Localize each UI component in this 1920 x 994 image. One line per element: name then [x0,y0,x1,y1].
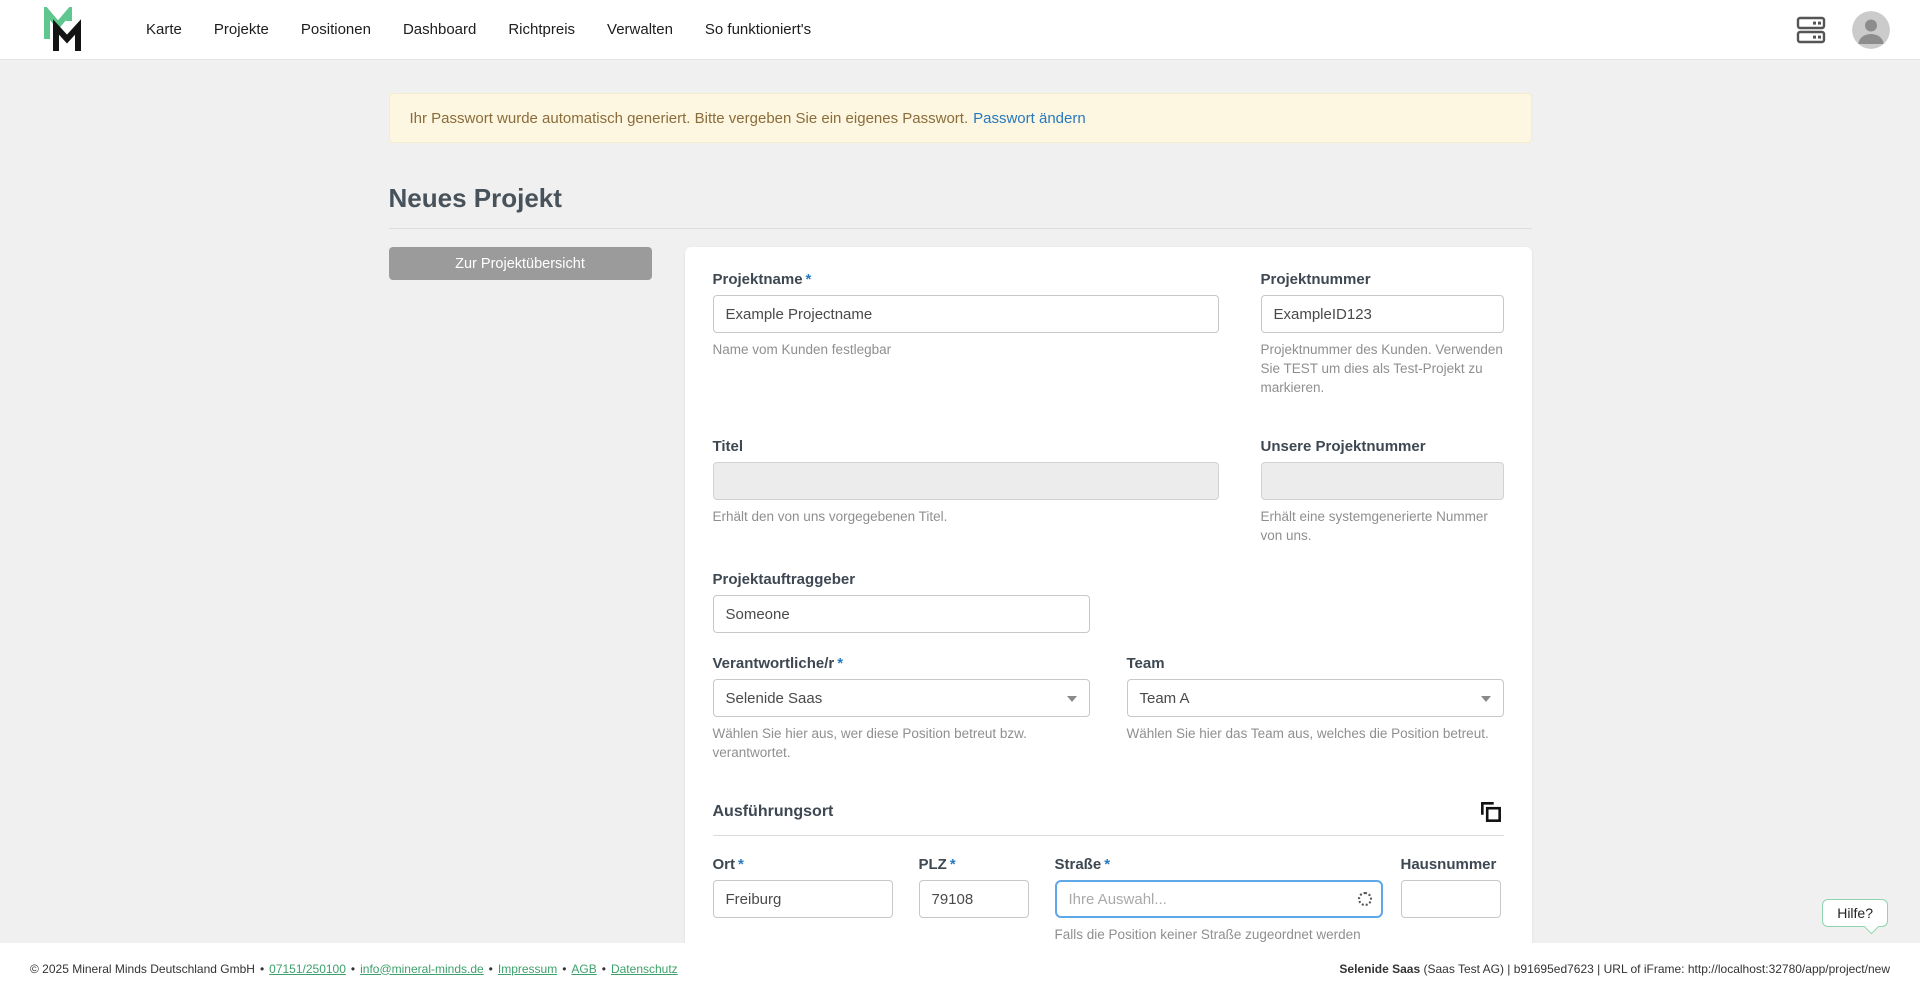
chevron-down-icon [1481,696,1491,702]
strasse-input[interactable] [1055,880,1383,918]
hausnummer-label: Hausnummer [1401,856,1501,873]
footer-impressum-link[interactable]: Impressum [498,962,557,976]
footer-separator: • [602,962,606,976]
titel-helper: Erhält den von uns vorgegebenen Titel. [713,508,1219,527]
footer-session-details: (Saas Test AG) | b91695ed7623 | URL of i… [1420,962,1890,976]
footer-separator: • [351,962,355,976]
page-body: Ihr Passwort wurde automatisch generiert… [0,60,1920,943]
projektname-input[interactable] [713,295,1219,333]
banner-text: Ihr Passwort wurde automatisch generiert… [410,110,969,127]
help-button[interactable]: Hilfe? [1822,899,1888,927]
server-stack-icon[interactable] [1794,13,1828,47]
section-ausfuehrungsort: Ausführungsort [713,799,1504,836]
chevron-down-icon [1067,696,1077,702]
footer: © 2025 Mineral Minds Deutschland GmbH • 07… [0,943,1920,994]
footer-user-name: Selenide Saas [1339,962,1420,976]
footer-separator: • [260,962,264,976]
footer-left: © 2025 Mineral Minds Deutschland GmbH • 07… [30,962,678,976]
team-selected-value: Team A [1140,690,1190,707]
mineral-minds-logo-icon[interactable] [42,7,86,53]
page-title: Neues Projekt [389,183,1532,229]
field-hausnummer: Hausnummer [1401,856,1501,943]
ort-input[interactable] [713,880,893,918]
left-column: Zur Projektübersicht [389,247,652,280]
footer-email-link[interactable]: info@mineral-minds.de [360,962,484,976]
copy-icon [1478,799,1504,825]
new-project-form-card: Projektname* Name vom Kunden festlegbar … [685,247,1532,943]
nav-item-so-funktionierts[interactable]: So funktioniert's [705,21,811,38]
titel-input [713,462,1219,500]
field-unsere-projektnummer: Unsere Projektnummer Erhält eine systemg… [1261,438,1504,546]
unsere-projektnummer-label: Unsere Projektnummer [1261,438,1504,455]
required-marker: * [837,655,843,672]
unsere-projektnummer-input [1261,462,1504,500]
field-strasse: Straße* Falls die Position keiner Straße… [1055,856,1383,943]
user-avatar[interactable] [1852,11,1890,49]
footer-phone-link[interactable]: 07151/250100 [269,962,346,976]
projektauftraggeber-input[interactable] [713,595,1090,633]
projektnummer-helper: Projektnummer des Kunden. Verwenden Sie … [1261,341,1504,398]
nav-item-dashboard[interactable]: Dashboard [403,21,476,38]
password-warning-banner: Ihr Passwort wurde automatisch generiert… [389,93,1532,143]
field-verantwortliche: Verantwortliche/r* Selenide Saas Wählen … [713,655,1090,763]
project-overview-button[interactable]: Zur Projektübersicht [389,247,652,280]
strasse-label: Straße* [1055,856,1383,873]
field-projektnummer: Projektnummer Projektnummer des Kunden. … [1261,271,1504,398]
projektname-label: Projektname* [713,271,1219,288]
plz-label: PLZ* [919,856,1029,873]
copy-location-button[interactable] [1478,799,1504,825]
nav-item-richtpreis[interactable]: Richtpreis [508,21,575,38]
verantwortliche-label: Verantwortliche/r* [713,655,1090,672]
required-marker: * [1104,856,1110,873]
verantwortliche-helper: Wählen Sie hier aus, wer diese Position … [713,725,1090,763]
user-silhouette-icon [1852,11,1890,49]
footer-separator: • [562,962,566,976]
titel-label: Titel [713,438,1219,455]
field-projektauftraggeber: Projektauftraggeber [713,571,1090,633]
team-label: Team [1127,655,1504,672]
field-projektname: Projektname* Name vom Kunden festlegbar [713,271,1219,398]
field-ort: Ort* [713,856,893,943]
projektname-helper: Name vom Kunden festlegbar [713,341,1219,360]
nav-item-projekte[interactable]: Projekte [214,21,269,38]
footer-datenschutz-link[interactable]: Datenschutz [611,962,678,976]
required-marker: * [950,856,956,873]
hausnummer-input[interactable] [1401,880,1501,918]
main-nav: Karte Projekte Positionen Dashboard Rich… [146,21,811,38]
field-titel: Titel Erhält den von uns vorgegebenen Ti… [713,438,1219,546]
copyright-text: © 2025 Mineral Minds Deutschland GmbH [30,962,255,976]
field-team: Team Team A Wählen Sie hier das Team aus… [1127,655,1504,763]
projektnummer-label: Projektnummer [1261,271,1504,288]
field-plz: PLZ* [919,856,1029,943]
nav-item-karte[interactable]: Karte [146,21,182,38]
projektauftraggeber-label: Projektauftraggeber [713,571,1090,588]
required-marker: * [806,271,812,288]
loading-spinner-icon [1358,892,1372,906]
change-password-link[interactable]: Passwort ändern [973,110,1086,127]
team-helper: Wählen Sie hier das Team aus, welches di… [1127,725,1504,744]
required-marker: * [738,856,744,873]
footer-separator: • [489,962,493,976]
plz-input[interactable] [919,880,1029,918]
projektnummer-input[interactable] [1261,295,1504,333]
ausfuehrungsort-title: Ausführungsort [713,803,834,821]
header-actions [1794,11,1890,49]
verantwortliche-select[interactable]: Selenide Saas [713,679,1090,717]
ort-label: Ort* [713,856,893,873]
nav-item-positionen[interactable]: Positionen [301,21,371,38]
footer-session-info: Selenide Saas (Saas Test AG) | b91695ed7… [1339,962,1890,976]
top-navigation-bar: Karte Projekte Positionen Dashboard Rich… [0,0,1920,60]
footer-agb-link[interactable]: AGB [571,962,596,976]
strasse-helper: Falls die Position keiner Straße zugeord… [1055,926,1383,943]
verantwortliche-selected-value: Selenide Saas [726,690,823,707]
team-select[interactable]: Team A [1127,679,1504,717]
nav-item-verwalten[interactable]: Verwalten [607,21,673,38]
unsere-projektnummer-helper: Erhält eine systemgenerierte Nummer von … [1261,508,1504,546]
